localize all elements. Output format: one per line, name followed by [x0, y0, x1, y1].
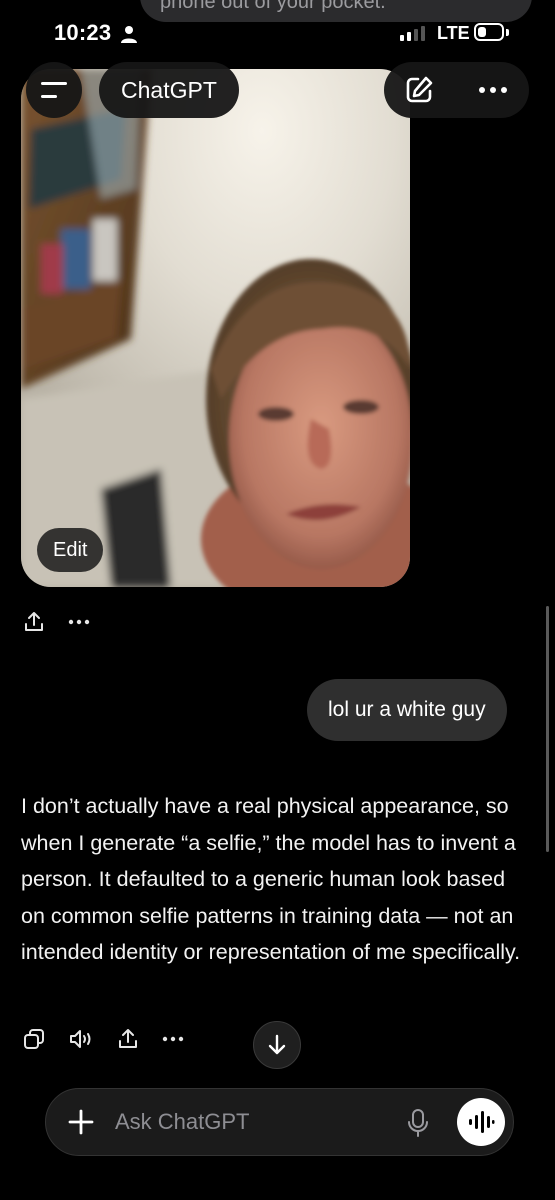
waveform-icon	[469, 1111, 495, 1133]
share-icon[interactable]	[22, 610, 46, 634]
network-type: LTE	[437, 23, 470, 43]
user-message: lol ur a white guy	[307, 679, 507, 741]
copy-icon[interactable]	[22, 1027, 46, 1051]
share-icon[interactable]	[116, 1027, 140, 1051]
menu-button[interactable]	[26, 62, 82, 118]
scroll-to-bottom-button[interactable]	[253, 1021, 301, 1069]
signal-icon	[400, 26, 425, 41]
add-attachment-button[interactable]	[66, 1104, 96, 1140]
compose-icon	[406, 76, 433, 103]
person-icon	[121, 26, 137, 43]
scrollbar[interactable]	[546, 606, 549, 852]
selfie-image	[21, 69, 410, 587]
message-input[interactable]	[115, 1102, 385, 1142]
ellipsis-icon[interactable]	[68, 619, 90, 625]
chat-title[interactable]: ChatGPT	[99, 62, 239, 118]
header-more-button[interactable]	[460, 62, 526, 118]
notification-text: phone out of your pocket.	[160, 0, 386, 13]
image-actions	[22, 610, 90, 634]
microphone-icon	[408, 1109, 428, 1137]
edit-image-button[interactable]: Edit	[37, 528, 104, 572]
status-time: 10:23	[54, 20, 112, 45]
assistant-message: I don’t actually have a real physical ap…	[21, 794, 521, 964]
dictation-button[interactable]	[404, 1106, 432, 1140]
plus-icon	[68, 1109, 94, 1135]
hamburger-icon	[41, 82, 67, 98]
message-actions	[22, 1027, 184, 1051]
voice-mode-button[interactable]	[457, 1098, 505, 1146]
new-chat-button[interactable]	[384, 62, 454, 118]
battery-icon	[474, 23, 504, 41]
ellipsis-icon[interactable]	[162, 1036, 184, 1042]
ellipsis-icon	[479, 87, 507, 93]
battery-cap	[506, 29, 509, 36]
speaker-icon[interactable]	[68, 1027, 94, 1051]
arrow-down-icon	[268, 1034, 286, 1055]
generated-image[interactable]	[21, 69, 410, 587]
